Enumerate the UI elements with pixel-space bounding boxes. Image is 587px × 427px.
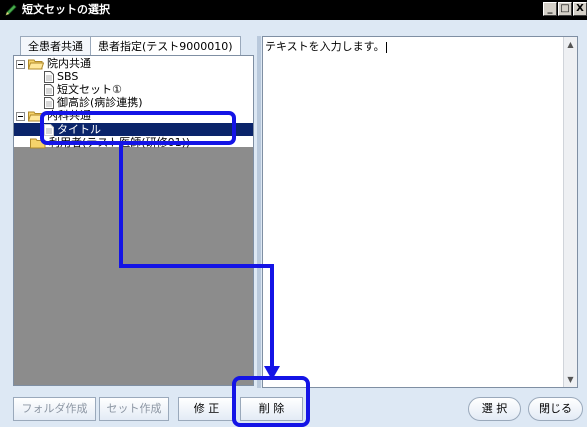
scroll-up-icon[interactable]: ▲ <box>565 38 576 51</box>
delete-button[interactable]: 削 除 <box>240 397 303 421</box>
scroll-down-icon[interactable]: ▼ <box>565 373 576 386</box>
title-bar: 短文セットの選択 _ □ X <box>0 0 587 20</box>
tab-all-patients[interactable]: 全患者共通 <box>20 36 91 57</box>
tab-patient-specific[interactable]: 患者指定(テスト9000010) <box>90 36 241 57</box>
tree-item-label: 短文セット① <box>57 83 122 96</box>
close-button[interactable]: 閉じる <box>528 397 583 421</box>
tree-item-title-selected[interactable]: タイトル <box>14 123 253 136</box>
document-icon <box>44 124 54 136</box>
expander-minus-icon[interactable] <box>16 111 25 121</box>
tree-item-label: 内科共通 <box>47 109 91 122</box>
document-icon <box>44 84 54 96</box>
document-icon <box>44 71 54 83</box>
tree-item-referral[interactable]: 御高診(病診連携) <box>44 96 143 109</box>
editor-content[interactable]: テキストを入力します。 <box>265 38 387 54</box>
tree-item-user[interactable]: 利用者(テスト医師(研修01)) <box>30 136 190 149</box>
text-editor[interactable]: テキストを入力します。 ▲ ▼ <box>262 36 578 388</box>
expander-minus-icon[interactable] <box>16 59 25 69</box>
close-window-button[interactable]: X <box>573 2 587 16</box>
tree-item-label: 院内共通 <box>47 57 91 70</box>
folder-open-icon <box>28 59 44 70</box>
tree-item-hospital-common[interactable]: 院内共通 <box>16 57 91 70</box>
tree-item-label: SBS <box>57 70 79 83</box>
window-controls: _ □ X <box>543 2 587 16</box>
tree-item-sbs[interactable]: SBS <box>44 70 78 83</box>
folder-open-icon <box>28 111 44 122</box>
tree-item-label: 利用者(テスト医師(研修01)) <box>49 136 191 149</box>
tree-panel: 院内共通 SBS 短文セット① 御高診(病診連携) 内科共通 タイトル 利用者(… <box>13 55 254 386</box>
select-button[interactable]: 選 択 <box>468 397 521 421</box>
tab-bar: 全患者共通 患者指定(テスト9000010) <box>20 36 241 57</box>
text-caret <box>385 41 387 53</box>
folder-create-button[interactable]: フォルダ作成 <box>13 397 96 421</box>
set-create-button[interactable]: セット作成 <box>99 397 169 421</box>
window-title: 短文セットの選択 <box>22 3 110 16</box>
edit-button[interactable]: 修 正 <box>178 397 235 421</box>
splitter[interactable] <box>257 36 261 388</box>
tree-item-label: 御高診(病診連携) <box>57 96 143 109</box>
tree-item-internal-medicine[interactable]: 内科共通 <box>16 109 91 122</box>
maximize-button[interactable]: □ <box>558 2 572 16</box>
editor-scrollbar[interactable]: ▲ ▼ <box>563 37 577 387</box>
folder-icon <box>30 138 46 149</box>
tree-item-label: タイトル <box>57 123 101 136</box>
document-icon <box>44 97 54 109</box>
pen-icon <box>5 4 17 16</box>
minimize-button[interactable]: _ <box>543 2 557 16</box>
editor-text: テキストを入力します。 <box>265 40 385 53</box>
tree-item-short-text-set[interactable]: 短文セット① <box>44 83 122 96</box>
